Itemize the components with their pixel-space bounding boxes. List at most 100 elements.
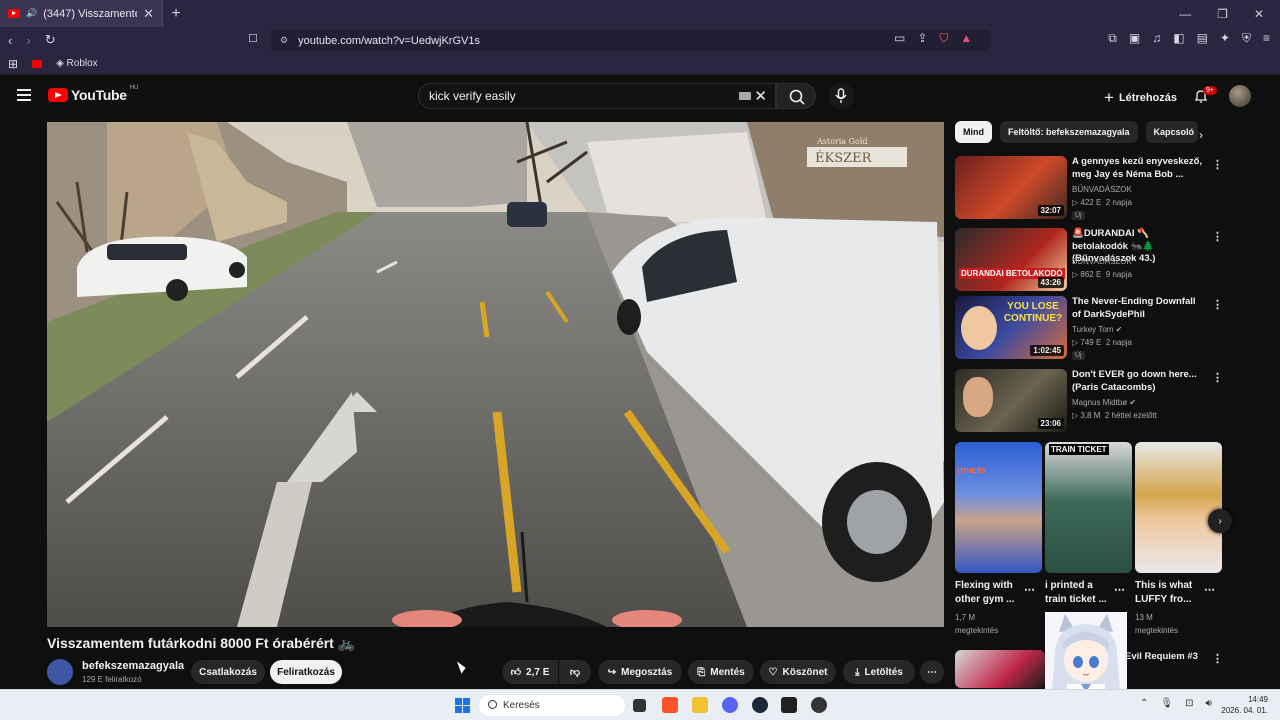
channel-name[interactable]: befekszemazagyala <box>82 660 184 672</box>
more-options-icon[interactable]: ⋮ <box>1212 230 1223 243</box>
keyboard-icon[interactable] <box>739 92 751 100</box>
recommendation-title[interactable]: Evil Requiem #3 <box>1125 651 1198 662</box>
screenshot-icon[interactable]: ▣ <box>1129 31 1140 46</box>
obs-icon[interactable] <box>811 697 827 713</box>
short-thumbnail[interactable]: TRAIN TICKET <box>1045 442 1132 573</box>
vpn-icon[interactable]: ⛨ <box>1242 31 1251 46</box>
brave-browser-icon[interactable] <box>662 697 678 713</box>
youtube-bookmark-icon[interactable] <box>32 59 43 68</box>
clear-search-icon[interactable]: ✕ <box>754 87 767 105</box>
recommendation-channel[interactable]: BŰNVADÁSZOK <box>1072 185 1132 194</box>
more-options-icon[interactable]: ⋯ <box>1114 583 1125 596</box>
taskbar-search[interactable]: Keresés <box>479 695 625 716</box>
microphone-tray-icon[interactable]: 🎙︎ <box>1160 698 1173 709</box>
chatgpt-icon[interactable] <box>781 697 797 713</box>
brave-shield-icon[interactable]: ⛉ <box>939 31 948 46</box>
reload-icon[interactable]: ↻ <box>45 32 56 48</box>
shorts-next-button[interactable]: › <box>1208 509 1232 533</box>
chip-related[interactable]: Kapcsoló <box>1145 121 1198 143</box>
maximize-button[interactable]: ❐ <box>1217 7 1228 21</box>
more-options-icon[interactable]: ⋯ <box>1024 583 1035 596</box>
download-button[interactable]: ⤓ Letöltés <box>843 660 915 684</box>
share-button[interactable]: ↪ Megosztás <box>598 660 682 684</box>
more-options-icon[interactable]: ⋮ <box>1212 298 1223 311</box>
volume-icon[interactable]: 🔊︎ <box>1205 698 1211 709</box>
dislike-button[interactable]: 👎︎ <box>559 660 591 684</box>
minimize-button[interactable]: — <box>1179 7 1191 21</box>
like-button[interactable]: 👍︎ 2,7 E <box>502 660 558 684</box>
start-windows-icon[interactable] <box>455 698 470 713</box>
channel-avatar[interactable] <box>47 659 73 685</box>
save-button[interactable]: ⎘ Mentés <box>688 660 754 684</box>
recommendation-channel[interactable]: Turkey Tom <box>1072 325 1113 334</box>
recommendation-title[interactable]: Don't EVER go down here... (Paris Cataco… <box>1072 369 1207 394</box>
close-window-button[interactable]: ✕ <box>1254 7 1264 21</box>
recommendation-channel[interactable]: BŰNVADÁSZOK <box>1072 257 1132 266</box>
recommendation-item[interactable]: DURANDAI BETOLAKODÓ 43:26 🚨DURANDAI 🪓 be… <box>955 228 1255 292</box>
bookmark-icon[interactable]: ☐ <box>248 32 258 45</box>
upload-age: 2 héttel ezelőtt <box>1104 411 1157 420</box>
bookmark-roblox[interactable]: ◈ Roblox <box>56 58 98 69</box>
chip-uploader[interactable]: Feltöltő: befekszemazagyala <box>1000 121 1138 143</box>
search-input[interactable]: kick verify easily ✕ <box>418 83 776 109</box>
network-icon[interactable]: ⊡ <box>1185 698 1193 709</box>
cast-icon[interactable]: ▭ <box>894 31 905 46</box>
close-tab-icon[interactable]: ✕ <box>143 6 154 22</box>
taskbar-clock[interactable]: 14:49 2026. 04. 01. <box>1221 694 1268 716</box>
recommendation-item[interactable]: 32:07 A gennyes kezű enyveskező, meg Jay… <box>955 156 1255 220</box>
sidebar-icon[interactable]: ◧ <box>1173 31 1184 46</box>
apps-grid-icon[interactable]: ⊞ <box>8 57 18 71</box>
steam-icon[interactable] <box>752 697 768 713</box>
tray-expand-icon[interactable]: ⌃ <box>1140 698 1148 709</box>
video-player[interactable]: ÉKSZER Astoria Gold <box>47 122 944 627</box>
more-options-icon[interactable]: ⋮ <box>1212 371 1223 384</box>
more-actions-button[interactable]: ⋯ <box>920 660 944 684</box>
short-title[interactable]: Flexing with other gym ... <box>955 579 1014 607</box>
chips-next-icon[interactable]: › <box>1199 128 1203 142</box>
more-options-icon[interactable]: ⋮ <box>1212 652 1223 665</box>
share-page-icon[interactable]: ⇪ <box>917 31 927 46</box>
hamburger-menu-icon[interactable] <box>17 89 31 101</box>
view-count: ▷ 3,8 M <box>1072 411 1101 420</box>
thanks-button[interactable]: ♡ Köszönet <box>760 660 836 684</box>
leo-ai-icon[interactable]: ✦ <box>1220 31 1230 46</box>
discord-icon[interactable] <box>722 697 738 713</box>
forward-icon[interactable]: › <box>26 33 30 48</box>
recommendation-title[interactable]: A gennyes kezű enyveskező, meg Jay és Né… <box>1072 156 1207 181</box>
video-thumbnail[interactable]: YOU LOSE CONTINUE? 1:02:45 <box>955 296 1067 359</box>
account-avatar[interactable] <box>1229 85 1251 107</box>
file-explorer-icon[interactable] <box>692 697 708 713</box>
recommendation-item[interactable]: 23:06 Don't EVER go down here... (Paris … <box>955 369 1255 433</box>
recommendation-item[interactable]: YOU LOSE CONTINUE? 1:02:45 The Never-End… <box>955 296 1255 360</box>
address-bar[interactable]: ⚙ youtube.com/watch?v=UedwjKrGV1s <box>270 30 990 51</box>
extensions-icon[interactable]: ⧉ <box>1108 31 1117 46</box>
youtube-logo[interactable]: YouTube HU <box>48 85 138 103</box>
join-button[interactable]: Csatlakozás <box>191 660 265 684</box>
new-tab-button[interactable]: + <box>163 5 189 23</box>
menu-icon[interactable]: ≡ <box>1263 31 1270 46</box>
video-thumbnail[interactable] <box>955 650 1045 688</box>
recommendation-channel[interactable]: Magnus Midtbø <box>1072 398 1127 407</box>
recommendation-title[interactable]: The Never-Ending Downfall of DarkSydePhi… <box>1072 296 1207 321</box>
more-options-icon[interactable]: ⋮ <box>1212 158 1223 171</box>
brave-rewards-icon[interactable]: ▲ <box>960 31 972 46</box>
create-button[interactable]: + Létrehozás <box>1104 88 1177 108</box>
music-icon[interactable]: ♫ <box>1152 31 1161 46</box>
short-thumbnail[interactable]: OTHERS <box>955 442 1042 573</box>
task-view-icon[interactable] <box>633 699 646 712</box>
back-icon[interactable]: ‹ <box>8 33 12 48</box>
short-title[interactable]: This is what LUFFY fro... <box>1135 579 1192 607</box>
short-title[interactable]: i printed a train ticket ... <box>1045 579 1107 607</box>
browser-tab[interactable]: 🔊 (3447) Visszamentem futárk ✕ <box>0 0 163 27</box>
video-thumbnail[interactable]: 23:06 <box>955 369 1067 432</box>
subscribe-button[interactable]: Feliratkozás <box>270 660 342 684</box>
video-thumbnail[interactable]: DURANDAI BETOLAKODÓ 43:26 <box>955 228 1067 291</box>
voice-search-button[interactable] <box>828 83 854 109</box>
wallet-icon[interactable]: ▤ <box>1197 31 1208 46</box>
video-thumbnail[interactable]: 32:07 <box>955 156 1067 219</box>
chip-all[interactable]: Mind <box>955 121 992 143</box>
short-thumbnail[interactable] <box>1135 442 1222 573</box>
site-settings-icon[interactable]: ⚙ <box>280 35 288 46</box>
more-options-icon[interactable]: ⋯ <box>1204 583 1215 596</box>
search-button[interactable] <box>776 83 816 109</box>
